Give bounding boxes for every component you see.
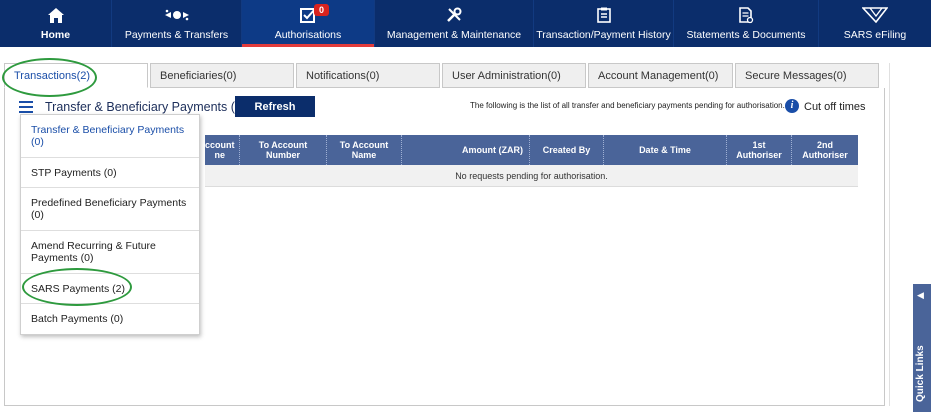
authorisations-count-badge: 0 bbox=[314, 4, 330, 16]
dropdown-item-batch[interactable]: Batch Payments (0) bbox=[21, 304, 199, 334]
dropdown-item-amend-recurring[interactable]: Amend Recurring & Future Payments (0) bbox=[21, 231, 199, 274]
nav-payments-transfers[interactable]: Payments & Transfers bbox=[112, 0, 242, 47]
quick-links-tab[interactable]: ◀ Quick Links bbox=[913, 284, 931, 412]
section-title: Transfer & Beneficiary Payments (0) bbox=[45, 100, 246, 114]
tools-icon bbox=[446, 6, 462, 24]
info-text: The following is the list of all transfe… bbox=[470, 101, 785, 110]
payments-icon bbox=[162, 6, 192, 24]
nav-home[interactable]: Home bbox=[0, 0, 112, 47]
clipboard-icon bbox=[596, 6, 611, 24]
document-icon bbox=[738, 6, 754, 24]
nav-sars-label: SARS eFiling bbox=[843, 29, 907, 41]
nav-authorisations-label: Authorisations bbox=[274, 29, 342, 41]
column-header[interactable]: 1st Authoriser bbox=[727, 135, 792, 165]
tab-notifications[interactable]: Notifications(0) bbox=[296, 63, 440, 88]
column-header[interactable]: To Account Number bbox=[240, 135, 327, 165]
column-header[interactable]: To Account Name bbox=[327, 135, 402, 165]
sars-logo-icon bbox=[862, 6, 888, 24]
column-header[interactable]: Amount (ZAR) bbox=[402, 135, 530, 165]
nav-payments-label: Payments & Transfers bbox=[124, 29, 229, 41]
payment-type-dropdown: Transfer & Beneficiary Payments (0) STP … bbox=[20, 114, 200, 335]
tab-account-management[interactable]: Account Management(0) bbox=[588, 63, 733, 88]
column-header[interactable]: Date & Time bbox=[604, 135, 727, 165]
hamburger-menu-icon[interactable] bbox=[19, 101, 33, 113]
column-header[interactable]: ccount ne bbox=[205, 135, 240, 165]
nav-sars-efiling[interactable]: SARS eFiling bbox=[819, 0, 931, 47]
dropdown-item-sars[interactable]: SARS Payments (2) bbox=[21, 274, 199, 304]
top-navigation: Home Payments & Transfers 0 Authorisatio… bbox=[0, 0, 931, 47]
chevron-left-icon: ◀ bbox=[917, 290, 924, 300]
home-icon bbox=[47, 6, 64, 24]
tab-transactions[interactable]: Transactions(2) bbox=[4, 63, 148, 88]
nav-statements-label: Statements & Documents bbox=[686, 29, 806, 41]
nav-management-maintenance[interactable]: Management & Maintenance bbox=[375, 0, 534, 47]
nav-management-label: Management & Maintenance bbox=[386, 29, 522, 41]
tab-beneficiaries[interactable]: Beneficiaries(0) bbox=[150, 63, 294, 88]
refresh-button[interactable]: Refresh bbox=[235, 96, 315, 117]
quick-links-label: Quick Links bbox=[915, 345, 926, 402]
dropdown-item-stp[interactable]: STP Payments (0) bbox=[21, 158, 199, 188]
side-scrollbar[interactable] bbox=[889, 63, 913, 406]
tab-user-administration[interactable]: User Administration(0) bbox=[442, 63, 586, 88]
tab-secure-messages[interactable]: Secure Messages(0) bbox=[735, 63, 879, 88]
column-header[interactable]: 2nd Authoriser bbox=[792, 135, 858, 165]
cutoff-times-link[interactable]: Cut off times bbox=[804, 101, 866, 113]
table-header: ccount ne To Account Number To Account N… bbox=[205, 135, 858, 165]
dropdown-item-transfer-beneficiary[interactable]: Transfer & Beneficiary Payments (0) bbox=[21, 115, 199, 158]
nav-authorisations[interactable]: 0 Authorisations bbox=[242, 0, 375, 47]
info-icon[interactable]: i bbox=[785, 99, 799, 113]
empty-table-message: No requests pending for authorisation. bbox=[205, 165, 858, 187]
nav-transaction-history[interactable]: Transaction/Payment History bbox=[534, 0, 674, 47]
nav-statements-documents[interactable]: Statements & Documents bbox=[674, 0, 819, 47]
column-header[interactable]: Created By bbox=[530, 135, 604, 165]
tab-bar: Transactions(2) Beneficiaries(0) Notific… bbox=[4, 63, 881, 88]
nav-history-label: Transaction/Payment History bbox=[536, 29, 671, 41]
dropdown-item-predefined-beneficiary[interactable]: Predefined Beneficiary Payments (0) bbox=[21, 188, 199, 231]
nav-home-label: Home bbox=[40, 29, 71, 41]
